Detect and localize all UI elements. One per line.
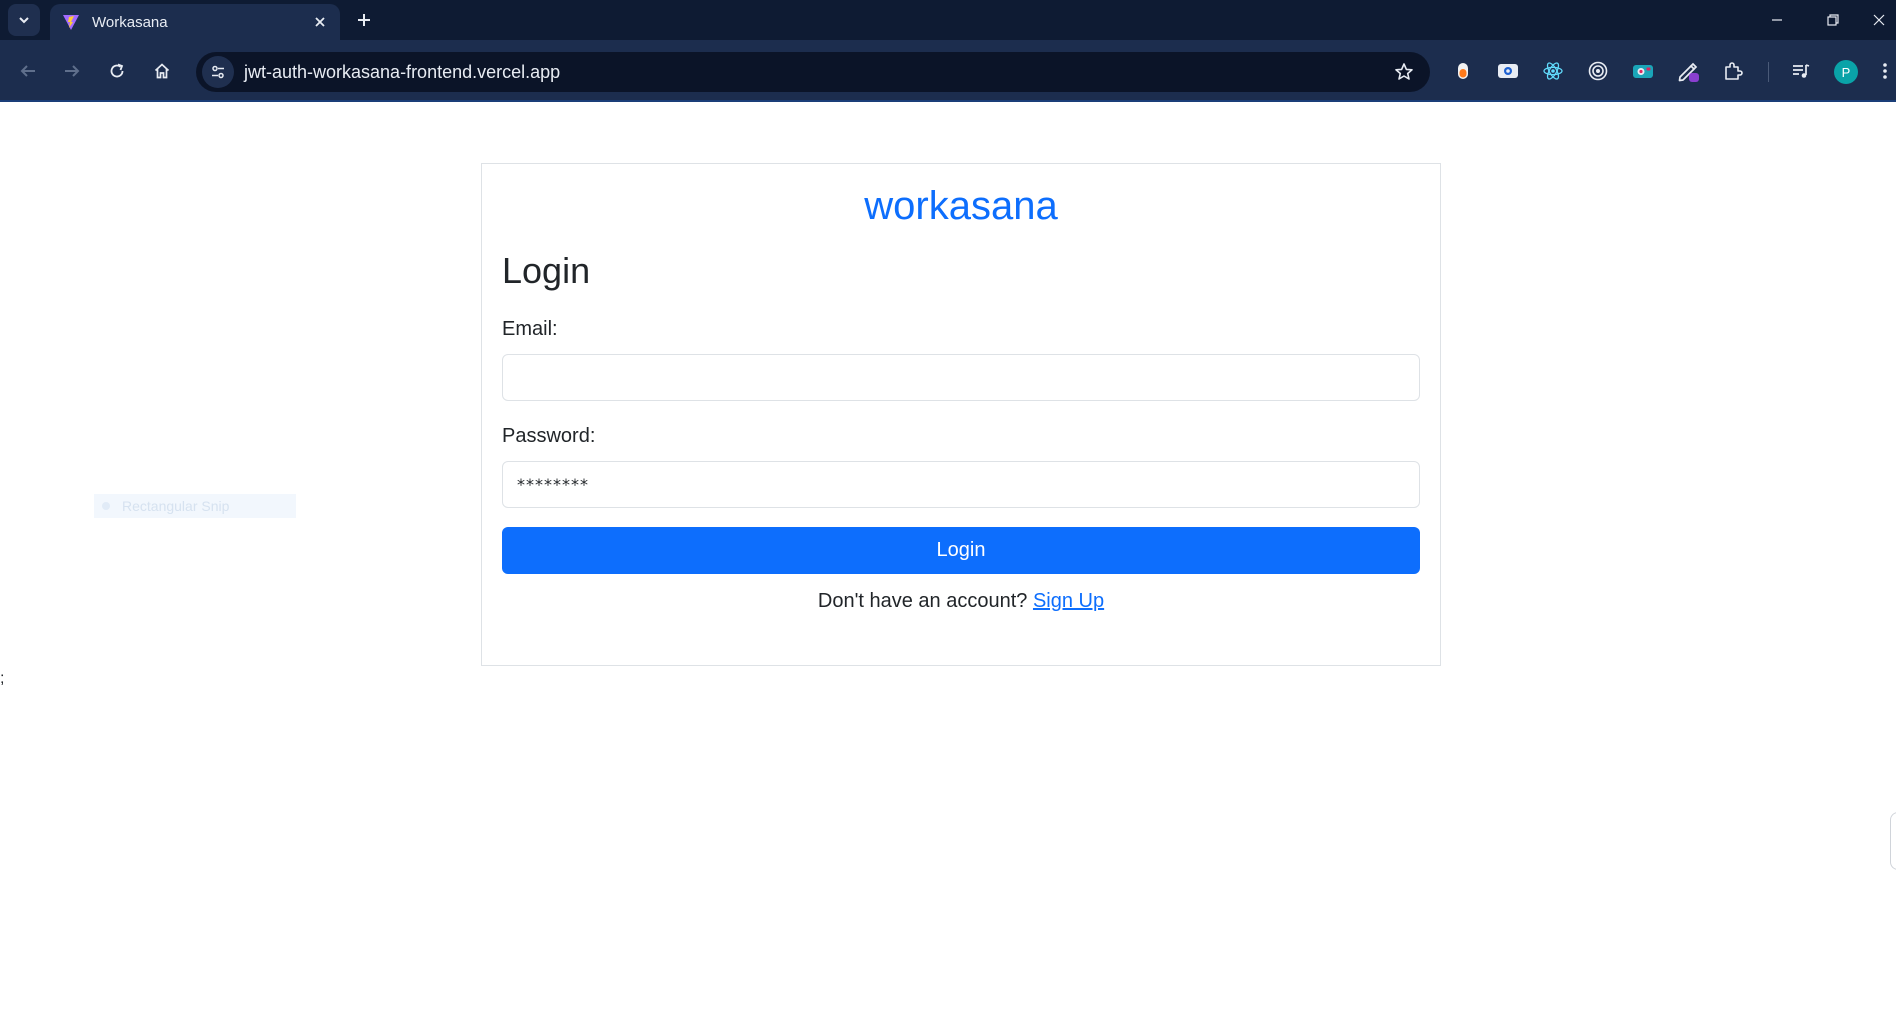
vite-favicon-icon [63,15,79,30]
tab-title: Workasana [92,13,168,31]
camera-extension-icon [1633,65,1653,78]
back-button[interactable] [12,55,44,87]
extensions-button[interactable] [1717,55,1749,87]
bookmark-button[interactable] [1388,56,1420,88]
forward-button[interactable] [56,55,88,87]
login-button[interactable]: Login [502,527,1420,574]
target-extension-button[interactable] [1582,55,1614,87]
browser-toolbar: jwt-auth-workasana-frontend.vercel.app P [0,40,1896,102]
signup-prompt: Don't have an account? [817,590,1028,612]
queue-music-icon [1793,64,1810,78]
arrow-right-icon [65,65,80,77]
orange-pill-extension-button[interactable] [1447,55,1479,87]
site-info-button[interactable] [202,56,234,88]
snip-overlay: Rectangular Snip [94,494,296,518]
restore-button[interactable] [1810,0,1856,40]
side-panel-handle[interactable] [1890,812,1896,870]
page-title: Login [502,250,591,291]
close-window-button[interactable] [1862,0,1896,40]
brand-title: workasana [864,184,1058,228]
password-field[interactable]: ******** [502,461,1420,508]
tab-strip: Workasana [0,0,1896,40]
pen-extension-icon [1678,62,1699,82]
puzzle-extensions-icon [1725,62,1743,80]
reload-icon [110,63,124,78]
screenshot-extension-button[interactable] [1492,55,1524,87]
plus-icon [358,14,370,26]
screenshot-extension-icon [1498,64,1518,78]
restore-icon [1827,14,1839,26]
signup-link[interactable]: Sign Up [1033,590,1104,612]
home-button[interactable] [146,55,178,87]
stray-text: ; [0,670,5,687]
snip-overlay-label: Rectangular Snip [122,498,230,514]
page-viewport: Rectangular Snip workasana Login Email: … [0,104,1896,1023]
react-devtools-icon [1543,62,1563,80]
profile-avatar[interactable]: P [1834,60,1858,84]
chevron-down-icon [19,17,29,24]
url-text: jwt-auth-workasana-frontend.vercel.app [244,61,561,82]
new-tab-button[interactable] [350,6,378,34]
home-icon [154,63,170,79]
email-label: Email: [502,318,558,340]
arrow-left-icon [20,65,35,77]
star-icon [1395,63,1413,80]
active-tab[interactable]: Workasana [50,4,340,40]
minimize-button[interactable] [1754,0,1800,40]
target-extension-icon [1588,61,1608,81]
close-icon [1873,14,1885,26]
close-icon [315,17,325,27]
tune-icon [212,65,224,79]
pen-extension-button[interactable] [1672,55,1704,87]
orange-pill-extension-icon [1458,63,1468,79]
minimize-icon [1772,19,1782,21]
camera-extension-button[interactable] [1627,55,1659,87]
browser-menu-button[interactable] [1874,55,1896,87]
login-card: workasana Login Email: Password: *******… [481,163,1441,666]
reload-button[interactable] [101,55,133,87]
more-vertical-icon [1883,63,1887,79]
email-field[interactable] [502,354,1420,401]
address-bar[interactable]: jwt-auth-workasana-frontend.vercel.app [196,52,1430,92]
signup-line: Don't have an account? Sign Up [482,590,1440,613]
password-label: Password: [502,425,596,447]
snip-dot-icon [102,502,110,510]
tab-close-button[interactable] [306,8,334,36]
toolbar-separator [1768,62,1769,82]
react-devtools-button[interactable] [1537,55,1569,87]
media-controls-button[interactable] [1785,55,1817,87]
tab-search-button[interactable] [8,4,40,36]
